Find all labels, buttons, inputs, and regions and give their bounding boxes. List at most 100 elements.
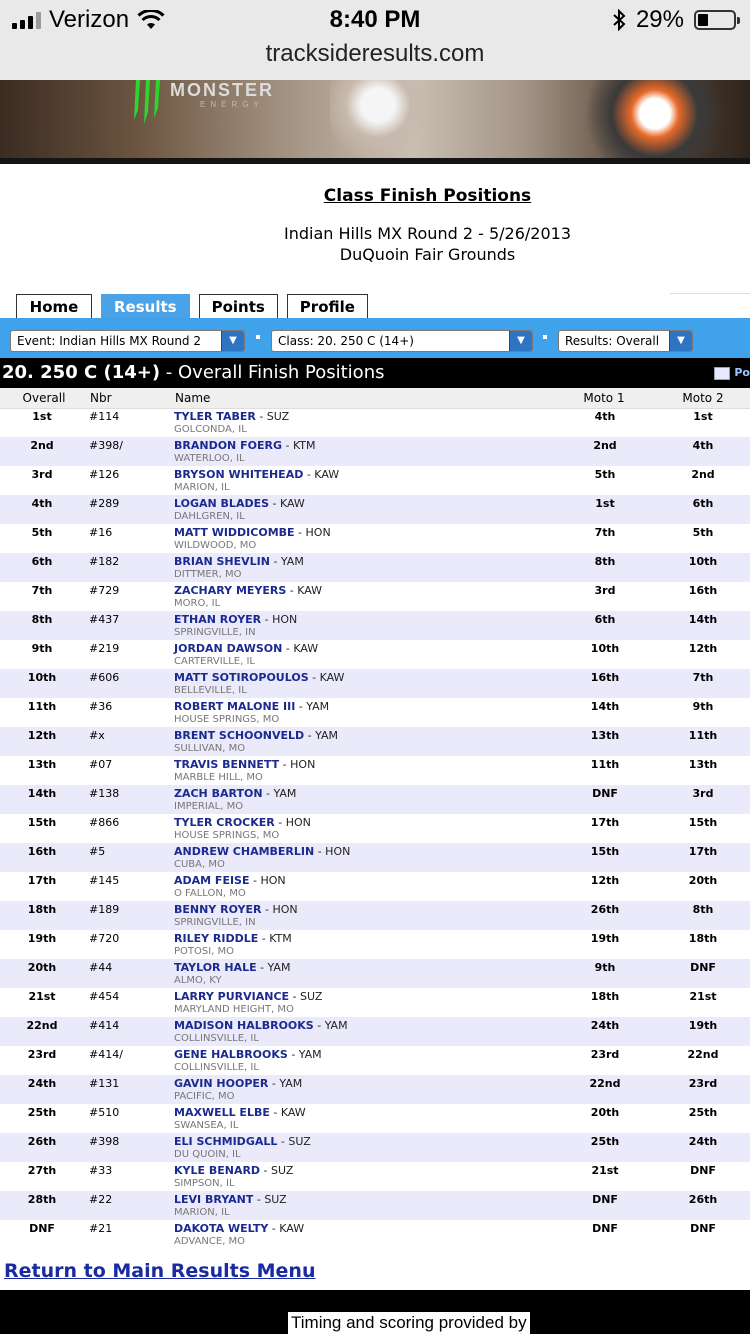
rider-name-cell: GAVIN HOOPER - YAM	[174, 1077, 302, 1090]
moto2-result: 17th	[688, 845, 718, 858]
rider-name-link[interactable]: GAVIN HOOPER	[174, 1077, 268, 1090]
col-moto1: Moto 1	[583, 391, 625, 405]
rider-name-link[interactable]: LOGAN BLADES	[174, 497, 269, 510]
moto1-result: 15th	[590, 845, 620, 858]
moto2-result: 21st	[689, 990, 717, 1003]
bike-brand: - HON	[294, 526, 331, 539]
rider-name-link[interactable]: BRANDON FOERG	[174, 439, 282, 452]
rider-name-link[interactable]: BRYSON WHITEHEAD	[174, 468, 303, 481]
table-row: 10th #606 MATT SOTIROPOULOS - KAW BELLEVILL…	[0, 669, 750, 698]
moto1-result: 14th	[590, 700, 620, 713]
rider-name-link[interactable]: ELI SCHMIDGALL	[174, 1135, 277, 1148]
rider-name-cell: TRAVIS BENNETT - HON	[174, 758, 315, 771]
site-banner[interactable]: MONSTER ENERGY	[0, 80, 750, 164]
rider-number: #398	[89, 1135, 120, 1148]
rider-hometown: WILDWOOD, MO	[174, 540, 257, 551]
moto2-result: 20th	[688, 874, 718, 887]
col-moto2: Moto 2	[682, 391, 724, 405]
rider-name-link[interactable]: ZACH BARTON	[174, 787, 263, 800]
table-row: DNF #21 DAKOTA WELTY - KAW ADVANCE, MO DNF DN…	[0, 1220, 750, 1249]
moto2-result: 5th	[692, 526, 714, 539]
tab-results[interactable]: Results	[101, 294, 190, 319]
rider-name-link[interactable]: ADAM FEISE	[174, 874, 250, 887]
moto2-result: 25th	[688, 1106, 718, 1119]
rider-name-link[interactable]: LARRY PURVIANCE	[174, 990, 289, 1003]
bike-brand: - SUZ	[277, 1135, 311, 1148]
rider-name-cell: MATT WIDDICOMBE - HON	[174, 526, 331, 539]
page-title: Class Finish Positions	[323, 186, 532, 206]
rider-name-link[interactable]: ETHAN ROYER	[174, 613, 261, 626]
rider-number: #33	[89, 1164, 113, 1177]
table-row: 12th #x BRENT SCHOONVELD - YAM SULLIVAN, MO…	[0, 727, 750, 756]
tab-profile[interactable]: Profile	[286, 294, 368, 319]
rider-name-link[interactable]: MATT SOTIROPOULOS	[174, 671, 309, 684]
moto2-result: 15th	[688, 816, 718, 829]
bike-brand: - KTM	[281, 439, 316, 452]
rider-name-link[interactable]: MAXWELL ELBE	[174, 1106, 270, 1119]
print-link[interactable]: Po	[714, 358, 750, 388]
moto1-result: 3rd	[594, 584, 616, 597]
rider-name-cell: KYLE BENARD - SUZ	[174, 1164, 293, 1177]
moto2-result: 3rd	[692, 787, 714, 800]
rider-name-link[interactable]: BRIAN SHEVLIN	[174, 555, 270, 568]
return-to-results-link[interactable]: Return to Main Results Menu	[4, 1260, 316, 1282]
rider-number: #606	[89, 671, 120, 684]
rider-name-link[interactable]: ZACHARY MEYERS	[174, 584, 286, 597]
class-heading: 20. 250 C (14+) - Overall Finish Positio…	[0, 358, 750, 388]
moto2-result: 18th	[688, 932, 718, 945]
rider-name-link[interactable]: KYLE BENARD	[174, 1164, 260, 1177]
event-select[interactable]: Event: Indian Hills MX Round 2 ▼	[10, 330, 245, 352]
rider-name-link[interactable]: GENE HALBROOKS	[174, 1048, 288, 1061]
rider-name-link[interactable]: TYLER CROCKER	[174, 816, 275, 829]
tab-home[interactable]: Home	[16, 294, 92, 319]
rider-name-cell: GENE HALBROOKS - YAM	[174, 1048, 322, 1061]
table-row: 25th #510 MAXWELL ELBE - KAW SWANSEA, IL 20t…	[0, 1104, 750, 1133]
moto1-result: 20th	[590, 1106, 620, 1119]
col-overall: Overall	[22, 391, 66, 405]
rider-name-link[interactable]: ROBERT MALONE III	[174, 700, 295, 713]
rider-name-link[interactable]: TRAVIS BENNETT	[174, 758, 279, 771]
rider-name-link[interactable]: BRENT SCHOONVELD	[174, 729, 304, 742]
chevron-down-icon: ▼	[221, 331, 244, 351]
table-row: 4th #289 LOGAN BLADES - KAW DAHLGREN, IL 1st…	[0, 495, 750, 524]
rider-name-cell: TAYLOR HALE - YAM	[174, 961, 290, 974]
rider-number: #145	[89, 874, 120, 887]
rider-hometown: O FALLON, MO	[174, 888, 246, 899]
rider-name-link[interactable]: DAKOTA WELTY	[174, 1222, 268, 1235]
rider-name-link[interactable]: LEVI BRYANT	[174, 1193, 253, 1206]
results-select[interactable]: Results: Overall ▼	[558, 330, 693, 352]
rider-name-link[interactable]: TAYLOR HALE	[174, 961, 257, 974]
overall-position: 3rd	[31, 468, 53, 481]
rider-name-cell: ANDREW CHAMBERLIN - HON	[174, 845, 350, 858]
overall-position: 27th	[27, 1164, 57, 1177]
moto1-result: 5th	[594, 468, 616, 481]
rider-name-link[interactable]: RILEY RIDDLE	[174, 932, 258, 945]
rider-number: #437	[89, 613, 120, 626]
rider-name-link[interactable]: ANDREW CHAMBERLIN	[174, 845, 314, 858]
table-header: Overall Nbr Name Moto 1 Moto 2	[0, 388, 750, 409]
calendar-icon	[714, 366, 731, 380]
class-select[interactable]: Class: 20. 250 C (14+) ▼	[271, 330, 533, 352]
rider-name-cell: ZACHARY MEYERS - KAW	[174, 584, 322, 597]
table-row: 19th #720 RILEY RIDDLE - KTM POTOSI, MO 19th…	[0, 930, 750, 959]
bike-brand: - KAW	[282, 642, 319, 655]
monster-claw-icon	[134, 80, 160, 124]
bike-brand: - YAM	[313, 1019, 348, 1032]
chevron-down-icon: ▼	[509, 331, 532, 351]
moto2-result: 24th	[688, 1135, 718, 1148]
rider-name-link[interactable]: JORDAN DAWSON	[174, 642, 282, 655]
rider-name-link[interactable]: MATT WIDDICOMBE	[174, 526, 295, 539]
table-row: 17th #145 ADAM FEISE - HON O FALLON, MO 12th…	[0, 872, 750, 901]
overall-position: 23rd	[27, 1048, 57, 1061]
bike-brand: - YAM	[256, 961, 291, 974]
rider-number: #21	[89, 1222, 113, 1235]
url-bar[interactable]: tracksideresults.com	[0, 40, 750, 68]
bike-brand: - KTM	[258, 932, 292, 945]
table-row: 23rd #414/GENE HALBROOKS - YAM COLLINSVILL…	[0, 1046, 750, 1075]
tab-points[interactable]: Points	[198, 294, 278, 319]
rider-name-link[interactable]: TYLER TABER	[174, 410, 256, 423]
rider-name-link[interactable]: BENNY ROYER	[174, 903, 261, 916]
bike-brand: - YAM	[269, 555, 304, 568]
rider-number: #x	[89, 729, 105, 742]
rider-name-link[interactable]: MADISON HALBROOKS	[174, 1019, 314, 1032]
